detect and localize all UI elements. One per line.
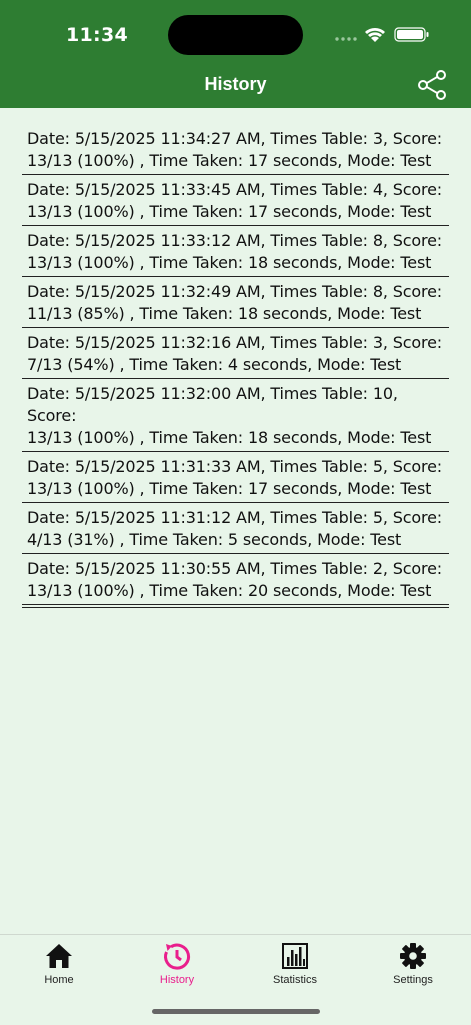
- cellular-icon: [335, 37, 357, 41]
- history-item-line2: 4/13 (31%) , Time Taken: 5 seconds, Mode…: [27, 530, 402, 549]
- history-item[interactable]: Date: 5/15/2025 11:31:12 AM, Times Table…: [22, 503, 449, 554]
- home-icon: [46, 944, 72, 968]
- history-item-line2: 13/13 (100%) , Time Taken: 17 seconds, M…: [27, 151, 432, 170]
- history-item-line2: 7/13 (54%) , Time Taken: 4 seconds, Mode…: [27, 355, 402, 374]
- tab-settings[interactable]: Settings: [354, 935, 471, 995]
- history-item[interactable]: Date: 5/15/2025 11:33:12 AM, Times Table…: [22, 226, 449, 277]
- app-header: 11:34 History: [0, 0, 471, 108]
- wifi-icon: [365, 27, 385, 42]
- tab-settings-label: Settings: [393, 974, 433, 986]
- history-item[interactable]: Date: 5/15/2025 11:34:27 AM, Times Table…: [22, 124, 449, 175]
- history-item-line2: 13/13 (100%) , Time Taken: 17 seconds, M…: [27, 479, 432, 498]
- tab-home-label: Home: [44, 974, 74, 986]
- history-item[interactable]: Date: 5/15/2025 11:32:16 AM, Times Table…: [22, 328, 449, 379]
- home-indicator[interactable]: [152, 1009, 320, 1014]
- history-item-line1: Date: 5/15/2025 11:31:33 AM, Times Table…: [27, 457, 443, 476]
- tab-home[interactable]: Home: [0, 935, 118, 995]
- history-item[interactable]: Date: 5/15/2025 11:32:00 AM, Times Table…: [22, 379, 449, 452]
- status-icons: [335, 27, 429, 42]
- history-item-line1: Date: 5/15/2025 11:33:12 AM, Times Table…: [27, 231, 443, 250]
- history-item-line1: Date: 5/15/2025 11:32:16 AM, Times Table…: [27, 333, 443, 352]
- battery-icon: [394, 27, 429, 42]
- dynamic-island: [168, 15, 303, 55]
- history-item[interactable]: Date: 5/15/2025 11:32:49 AM, Times Table…: [22, 277, 449, 328]
- share-icon[interactable]: [416, 69, 448, 101]
- history-item-line2: 13/13 (100%) , Time Taken: 18 seconds, M…: [27, 428, 432, 447]
- tab-statistics-label: Statistics: [272, 974, 317, 986]
- history-item-line1: Date: 5/15/2025 11:32:00 AM, Times Table…: [27, 384, 398, 425]
- history-item[interactable]: Date: 5/15/2025 11:33:45 AM, Times Table…: [22, 175, 449, 226]
- list-end-divider: [22, 605, 449, 608]
- tab-history[interactable]: History: [118, 935, 236, 995]
- history-item-line2: 13/13 (100%) , Time Taken: 17 seconds, M…: [27, 202, 432, 221]
- page-title: History: [204, 74, 267, 94]
- settings-icon: [400, 943, 426, 969]
- history-item-line1: Date: 5/15/2025 11:30:55 AM, Times Table…: [27, 559, 443, 578]
- history-item-line2: 11/13 (85%) , Time Taken: 18 seconds, Mo…: [27, 304, 422, 323]
- tab-history-label: History: [159, 974, 195, 986]
- history-icon: [164, 943, 191, 970]
- history-item-line1: Date: 5/15/2025 11:33:45 AM, Times Table…: [27, 180, 443, 199]
- history-item-line1: Date: 5/15/2025 11:34:27 AM, Times Table…: [27, 129, 443, 148]
- history-item-line2: 13/13 (100%) , Time Taken: 20 seconds, M…: [27, 581, 432, 600]
- statistics-icon: [282, 943, 308, 969]
- history-item[interactable]: Date: 5/15/2025 11:30:55 AM, Times Table…: [22, 554, 449, 605]
- history-item[interactable]: Date: 5/15/2025 11:31:33 AM, Times Table…: [22, 452, 449, 503]
- history-item-line1: Date: 5/15/2025 11:32:49 AM, Times Table…: [27, 282, 443, 301]
- history-item-line2: 13/13 (100%) , Time Taken: 18 seconds, M…: [27, 253, 432, 272]
- history-list: Date: 5/15/2025 11:34:27 AM, Times Table…: [22, 124, 449, 608]
- status-time: 11:34: [66, 24, 128, 46]
- history-item-line1: Date: 5/15/2025 11:31:12 AM, Times Table…: [27, 508, 443, 527]
- tab-statistics[interactable]: Statistics: [236, 935, 354, 995]
